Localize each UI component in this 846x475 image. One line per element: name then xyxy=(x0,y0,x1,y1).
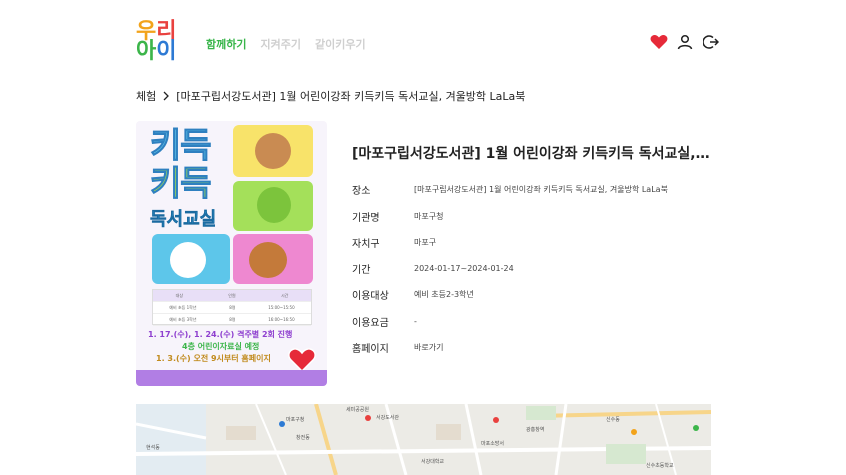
poster-subtitle: 독서교실 xyxy=(150,209,217,231)
map-label: 현석동 xyxy=(146,445,160,451)
info-row-target: 이용대상 예비 초등2-3학년 xyxy=(352,281,714,307)
info-value: 마포구 xyxy=(414,237,437,247)
map-label: 신수동 xyxy=(606,417,620,423)
breadcrumb-current: [마포구립서강도서관] 1월 어린이강좌 키득키득 독서교실, 겨울방학 LaL… xyxy=(176,90,526,103)
table-row: 예비 초등 1학년 8명 15:00~15:50 xyxy=(153,302,311,314)
logout-icon[interactable] xyxy=(702,33,720,51)
map-label: 서강도서관 xyxy=(376,415,400,421)
info-row-fee: 이용요금 - xyxy=(352,308,714,334)
info-label: 자치구 xyxy=(352,238,380,250)
heart-icon[interactable] xyxy=(650,33,668,51)
info-row-district: 자치구 마포구 xyxy=(352,229,714,255)
map-label: 창전동 xyxy=(296,435,310,441)
main-nav: 함께하기 지켜주기 같이키우기 xyxy=(206,36,366,52)
chevron-right-icon xyxy=(163,91,170,101)
logo-char: 아 xyxy=(136,39,157,64)
event-title: [마포구립서강도서관] 1월 어린이강좌 키득키득 독서교실, 겨울방학 LaL… xyxy=(352,146,714,162)
info-label: 이용요금 xyxy=(352,317,389,329)
map-label: 마포구청 xyxy=(286,417,305,423)
breadcrumb-root[interactable]: 체험 xyxy=(136,88,156,104)
table-cell: 예비 초등 1학년 xyxy=(169,304,197,310)
map-label: 세미공공원 xyxy=(346,407,370,413)
info-value: [마포구립서강도서관] 1월 어린이강좌 키득키득 독서교실, 겨울방학 LaL… xyxy=(414,184,668,194)
table-row: 예비 초등 3학년 8명 16:00~16:50 xyxy=(153,314,311,326)
poster-date-line: 1. 17.(수), 1. 24.(수) 격주별 2회 진행 xyxy=(148,330,293,339)
poster-dates: 1. 17.(수), 1. 24.(수) 격주별 2회 진행 4층 어린이자료실… xyxy=(148,329,292,365)
info-value: 2024-01-17~2024-01-24 xyxy=(414,263,514,273)
site-header: 우리아이 함께하기 지켜주기 같이키우기 xyxy=(0,0,846,80)
logo[interactable]: 우리아이 xyxy=(136,21,192,64)
event-poster: 키득 키득 독서교실 대상 인원 시간 예비 초등 1학년 8명 15:00~1… xyxy=(136,121,327,386)
info-label: 기관명 xyxy=(352,212,380,224)
homepage-link[interactable]: 바로가기 xyxy=(414,342,443,353)
poster-title: 키득 키득 xyxy=(150,126,213,204)
header-icons xyxy=(650,33,720,51)
table-cell: 15:00~15:50 xyxy=(268,305,295,310)
logo-char: 이 xyxy=(156,39,177,64)
table-header-cell: 시간 xyxy=(280,292,289,298)
poster-date-line: 4층 어린이자료실 예정 xyxy=(182,342,260,351)
location-map[interactable]: 세미공공원 서강도서관 마포구청 창전동 신수동 현석동 광흥창역 서강대학교 … xyxy=(136,404,711,475)
info-row-period: 기간 2024-01-17~2024-01-24 xyxy=(352,255,714,281)
table-cell: 8명 xyxy=(229,316,236,322)
info-row-place: 장소 [마포구립서강도서관] 1월 어린이강좌 키득키득 독서교실, 겨울방학 … xyxy=(352,176,714,202)
map-label: 광흥창역 xyxy=(526,427,545,433)
poster-schedule-table: 대상 인원 시간 예비 초등 1학년 8명 15:00~15:50 예비 초등 … xyxy=(152,289,312,326)
character-card-bear xyxy=(233,125,313,177)
user-icon[interactable] xyxy=(676,33,694,51)
nav-item-protect[interactable]: 지켜주기 xyxy=(260,36,300,52)
map-label: 신수초등학교 xyxy=(646,463,674,469)
table-cell: 16:00~16:50 xyxy=(268,317,295,322)
breadcrumb: 체험 [마포구립서강도서관] 1월 어린이강좌 키득키득 독서교실, 겨울방학 … xyxy=(136,88,525,104)
nav-item-grow[interactable]: 같이키우기 xyxy=(315,36,366,52)
info-row-organization: 기관명 마포구청 xyxy=(352,203,714,229)
poster-title-line: 키득 xyxy=(150,126,213,166)
character-card-squirrel xyxy=(233,234,313,284)
nav-item-together[interactable]: 함께하기 xyxy=(206,36,246,52)
table-header-cell: 인원 xyxy=(228,292,236,298)
info-value: 예비 초등2-3학년 xyxy=(414,289,474,299)
info-label: 이용대상 xyxy=(352,290,389,302)
map-label: 서강대학교 xyxy=(421,459,445,465)
map-label: 마포소방서 xyxy=(481,441,505,447)
info-row-homepage: 홈페이지 바로가기 xyxy=(352,334,714,360)
table-row: 대상 인원 시간 xyxy=(153,290,311,302)
table-cell: 8명 xyxy=(229,304,236,310)
table-header-cell: 대상 xyxy=(175,292,184,298)
table-cell: 예비 초등 3학년 xyxy=(169,316,197,322)
info-value: - xyxy=(414,316,417,326)
info-value: 마포구청 xyxy=(414,211,444,221)
character-card-rabbit xyxy=(152,234,230,284)
poster-date-line: 1. 3.(수) 오전 9시부터 홈페이지 xyxy=(156,354,271,363)
info-label: 장소 xyxy=(352,185,371,197)
character-card-frog xyxy=(233,181,313,231)
poster-title-line: 키득 xyxy=(150,164,213,204)
info-label: 홈페이지 xyxy=(352,343,389,355)
info-label: 기간 xyxy=(352,264,371,276)
poster-footer-strip xyxy=(136,370,327,386)
